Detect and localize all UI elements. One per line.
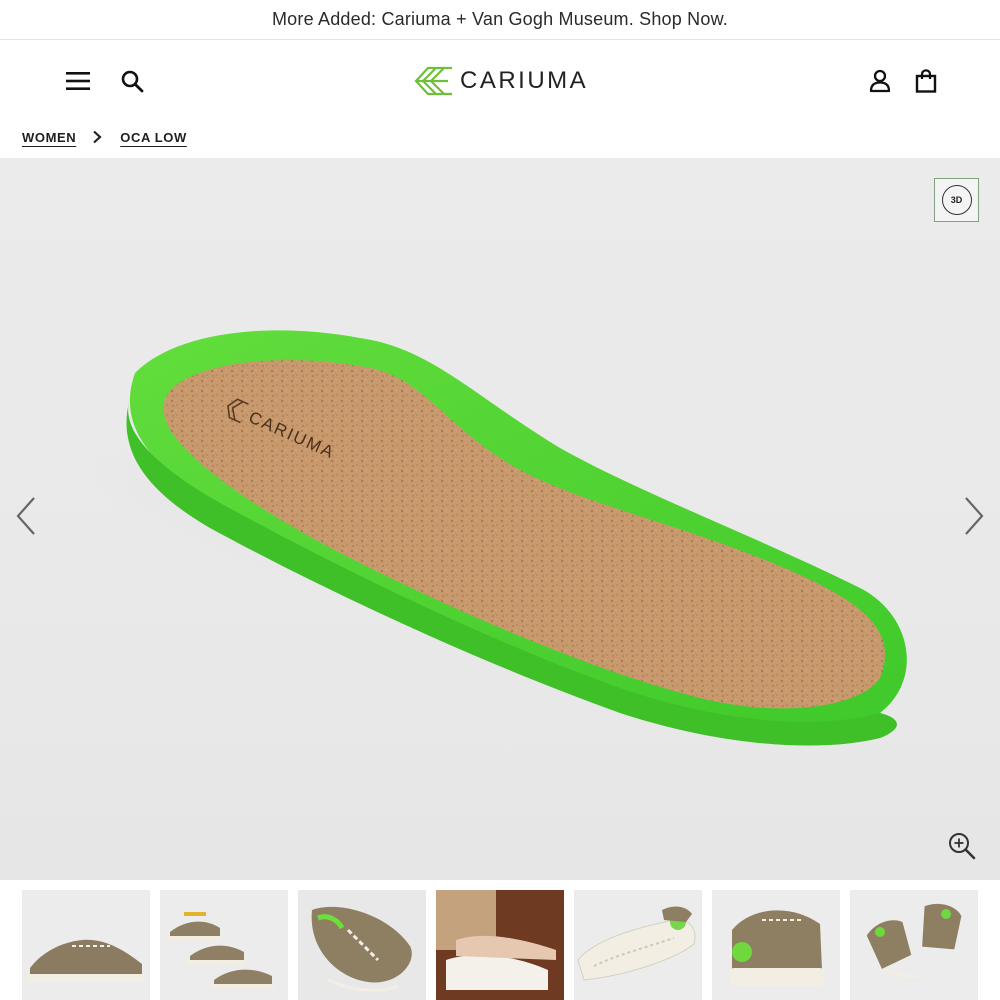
- rotate-3d-icon: 3D: [941, 185, 972, 215]
- chevron-left-icon: [16, 497, 35, 535]
- previous-image-button[interactable]: [8, 494, 44, 538]
- thumb-heel-view[interactable]: [712, 890, 840, 1000]
- menu-button[interactable]: [60, 63, 96, 99]
- view-3d-button[interactable]: 3D: [934, 178, 979, 222]
- search-button[interactable]: [114, 63, 150, 99]
- brand-name: CARIUMA: [460, 67, 589, 94]
- breadcrumb-oca-low[interactable]: OCA LOW: [120, 130, 187, 145]
- thumb-pair-view[interactable]: [850, 890, 978, 1000]
- thumb-top-view[interactable]: [298, 890, 426, 1000]
- thumb-side-view[interactable]: [22, 890, 150, 1000]
- badge-3d-label: 3D: [950, 195, 963, 205]
- breadcrumb: WOMEN OCA LOW: [22, 122, 187, 152]
- main-product-image: CARIUMA: [67, 330, 907, 746]
- leaf-logo-icon: [414, 66, 452, 96]
- account-button[interactable]: [862, 63, 898, 99]
- brand-logo[interactable]: CARIUMA: [414, 61, 588, 101]
- next-image-button[interactable]: [956, 494, 992, 538]
- announcement-bar[interactable]: More Added: Cariuma + Van Gogh Museum. S…: [0, 0, 1000, 40]
- breadcrumb-women[interactable]: WOMEN: [22, 130, 76, 145]
- zoom-in-icon: [949, 833, 976, 860]
- thumbnail-strip: [0, 880, 1000, 1000]
- bag-button[interactable]: [908, 63, 944, 99]
- menu-icon: [66, 72, 90, 90]
- chevron-right-icon: [92, 130, 102, 144]
- search-icon: [121, 70, 144, 93]
- announcement-text[interactable]: More Added: Cariuma + Van Gogh Museum. S…: [272, 9, 728, 30]
- product-gallery[interactable]: CARIUMA 3D: [0, 158, 1000, 880]
- site-header: CARIUMA: [0, 41, 1000, 121]
- bag-icon: [915, 69, 937, 93]
- account-icon: [869, 69, 891, 93]
- thumb-sole-view[interactable]: [574, 890, 702, 1000]
- thumb-group-view[interactable]: [160, 890, 288, 1000]
- zoom-button[interactable]: [944, 828, 980, 864]
- chevron-right-icon: [965, 497, 984, 535]
- thumb-lifestyle-view[interactable]: [436, 890, 564, 1000]
